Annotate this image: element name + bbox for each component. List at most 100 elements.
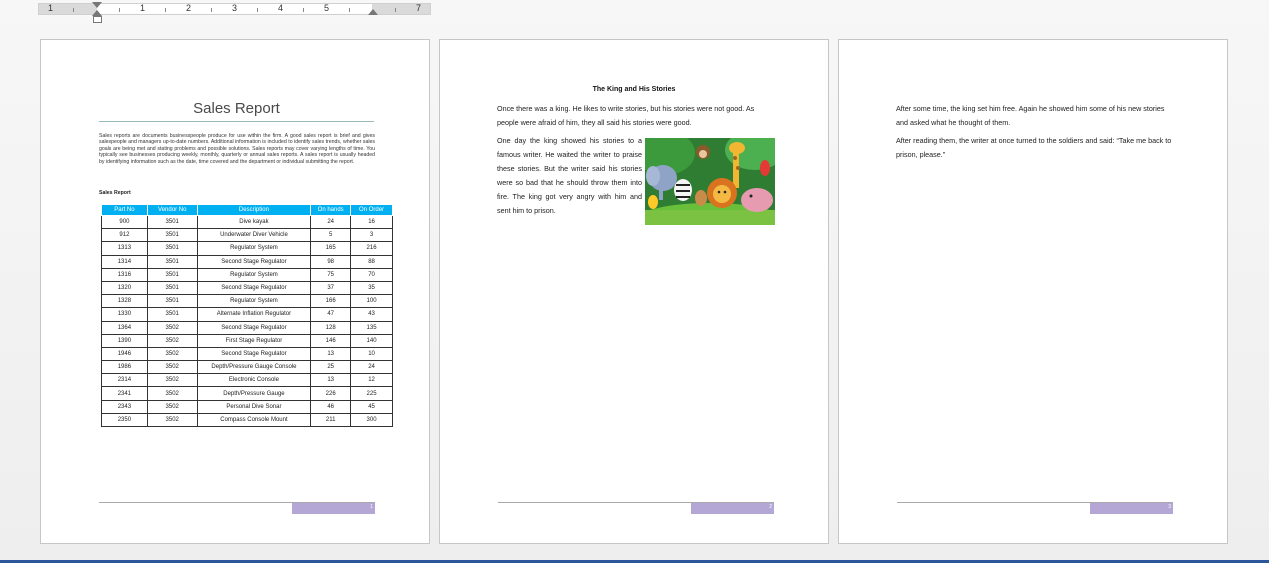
jungle-animals-illustration	[645, 138, 775, 225]
ruler-tick	[165, 8, 166, 12]
table-cell: 3501	[146, 267, 198, 282]
ruler-label: 3	[232, 3, 238, 13]
document-page-3[interactable]: After some time, the king set him free. …	[838, 39, 1228, 544]
sales-table: Part No Vendor No Description On hands On Or…	[101, 204, 393, 428]
table-cell: 35	[350, 280, 393, 296]
horizontal-ruler[interactable]: 1 1 2 3 4 5 7	[38, 2, 431, 23]
report-title: Sales Report	[193, 100, 280, 117]
right-indent-marker-icon[interactable]	[368, 9, 378, 15]
table-cell: Depth/Pressure Gauge	[196, 386, 312, 401]
table-header-cell: Vendor No	[146, 204, 198, 216]
table-header: Part No Vendor No Description On hands On Or…	[101, 204, 393, 216]
table-cell: 912	[101, 228, 148, 243]
ruler-label: 1	[140, 3, 146, 13]
table-cell: 13	[310, 373, 352, 388]
table-cell: 1390	[101, 333, 148, 348]
table-cell: 10	[350, 346, 393, 362]
table-cell: 12	[350, 373, 393, 388]
table-row: 1364 3502 Second Stage Regulator 128 135	[101, 320, 393, 335]
table-cell: 140	[350, 333, 393, 348]
table-cell: 1986	[101, 360, 148, 375]
table-cell: 3501	[146, 241, 198, 256]
table-cell: Alternate Inflation Regulator	[196, 307, 312, 322]
ruler-tick	[349, 8, 350, 12]
table-cell: 2341	[101, 386, 148, 401]
document-page-1[interactable]: Sales Report Sales reports are documents…	[40, 39, 430, 544]
table-cell: 1364	[101, 320, 148, 335]
table-cell: 45	[350, 399, 393, 414]
table-cell: 3502	[146, 386, 198, 401]
page-number-tab: 2	[691, 503, 774, 514]
story-paragraph-2: One day the king showed his stories to a…	[497, 136, 642, 215]
story-title: The King and His Stories	[592, 86, 676, 93]
table-cell: 47	[310, 307, 352, 322]
story-paragraph-4: After reading them, the writer at once t…	[896, 136, 1172, 159]
table-cell: 135	[350, 320, 393, 335]
ruler-label: 7	[416, 3, 422, 13]
table-cell: 100	[350, 294, 393, 309]
table-row: 1313 3501 Regulator System 165 216	[101, 241, 393, 256]
table-cell: Regulator System	[196, 267, 312, 282]
table-cell: Second Stage Regulator	[196, 320, 312, 335]
ruler-label: 1	[48, 3, 54, 13]
table-cell: 900	[101, 214, 148, 230]
table-cell: 3501	[146, 254, 198, 269]
table-row: 1314 3501 Second Stage Regulator 98 88	[101, 254, 393, 269]
table-row: 1328 3501 Regulator System 166 100	[101, 294, 393, 309]
table-cell: 3502	[146, 412, 198, 428]
table-cell: 43	[350, 307, 393, 322]
table-row: 900 3501 Dive kayak 24 16	[101, 214, 393, 230]
table-cell: Dive kayak	[196, 214, 312, 230]
table-cell: 2350	[101, 412, 148, 428]
table-cell: 25	[310, 360, 352, 375]
ruler-tick	[303, 8, 304, 12]
table-cell: 3502	[146, 333, 198, 348]
table-cell: Depth/Pressure Gauge Console	[196, 360, 312, 375]
left-indent-marker-icon[interactable]	[93, 16, 102, 23]
table-cell: 88	[350, 254, 393, 269]
table-row: 2314 3502 Electronic Console 13 12	[101, 373, 393, 388]
table-cell: 1313	[101, 241, 148, 256]
table-cell: 146	[310, 333, 352, 348]
table-cell: 2343	[101, 399, 148, 414]
first-line-indent-marker-icon[interactable]	[92, 2, 102, 8]
ruler-right-margin	[372, 4, 430, 14]
table-cell: 3501	[146, 214, 198, 230]
ruler-tick	[119, 8, 120, 12]
table-row: 1986 3502 Depth/Pressure Gauge Console 25 24	[101, 360, 393, 375]
jungle-animals-image[interactable]	[645, 138, 775, 225]
ruler-tick	[395, 8, 396, 12]
table-header-cell: On Order	[350, 204, 393, 216]
table-row: 1946 3502 Second Stage Regulator 13 10	[101, 346, 393, 362]
table-cell: First Stage Regulator	[196, 333, 312, 348]
table-row: 912 3501 Underwater Diver Vehicle 5 3	[101, 228, 393, 243]
document-page-2[interactable]: The King and His Stories Once there was …	[439, 39, 829, 544]
table-cell: 225	[350, 386, 393, 401]
table-cell: 1320	[101, 280, 148, 296]
table-cell: Underwater Diver Vehicle	[196, 228, 312, 243]
table-cell: 3502	[146, 373, 198, 388]
ruler-tick	[211, 8, 212, 12]
table-cell: 16	[350, 214, 393, 230]
page-number-tab: 1	[292, 503, 375, 514]
table-cell: 300	[350, 412, 393, 428]
table-cell: 166	[310, 294, 352, 309]
table-cell: 1328	[101, 294, 148, 309]
table-row: 1330 3501 Alternate Inflation Regulator 47 4…	[101, 307, 393, 322]
table-row: 1320 3501 Second Stage Regulator 37 35	[101, 280, 393, 296]
table-cell: Personal Dive Sonar	[196, 399, 312, 414]
table-cell: 3502	[146, 346, 198, 362]
table-cell: Regulator System	[196, 294, 312, 309]
table-header-row: Part No Vendor No Description On hands On Or…	[101, 204, 393, 216]
table-body: 900 3501 Dive kayak 24 16 912 3501 Underwater D…	[101, 214, 393, 428]
table-cell: Second Stage Regulator	[196, 280, 312, 296]
ruler-tick	[73, 8, 74, 12]
table-cell: 5	[310, 228, 352, 243]
table-cell: 1946	[101, 346, 148, 362]
page-number-tab: 3	[1090, 503, 1173, 514]
table-row: 2343 3502 Personal Dive Sonar 46 45	[101, 399, 393, 414]
table-cell: Compass Console Mount	[196, 412, 312, 428]
table-cell: 3501	[146, 294, 198, 309]
table-cell: 216	[350, 241, 393, 256]
table-cell: 3501	[146, 307, 198, 322]
